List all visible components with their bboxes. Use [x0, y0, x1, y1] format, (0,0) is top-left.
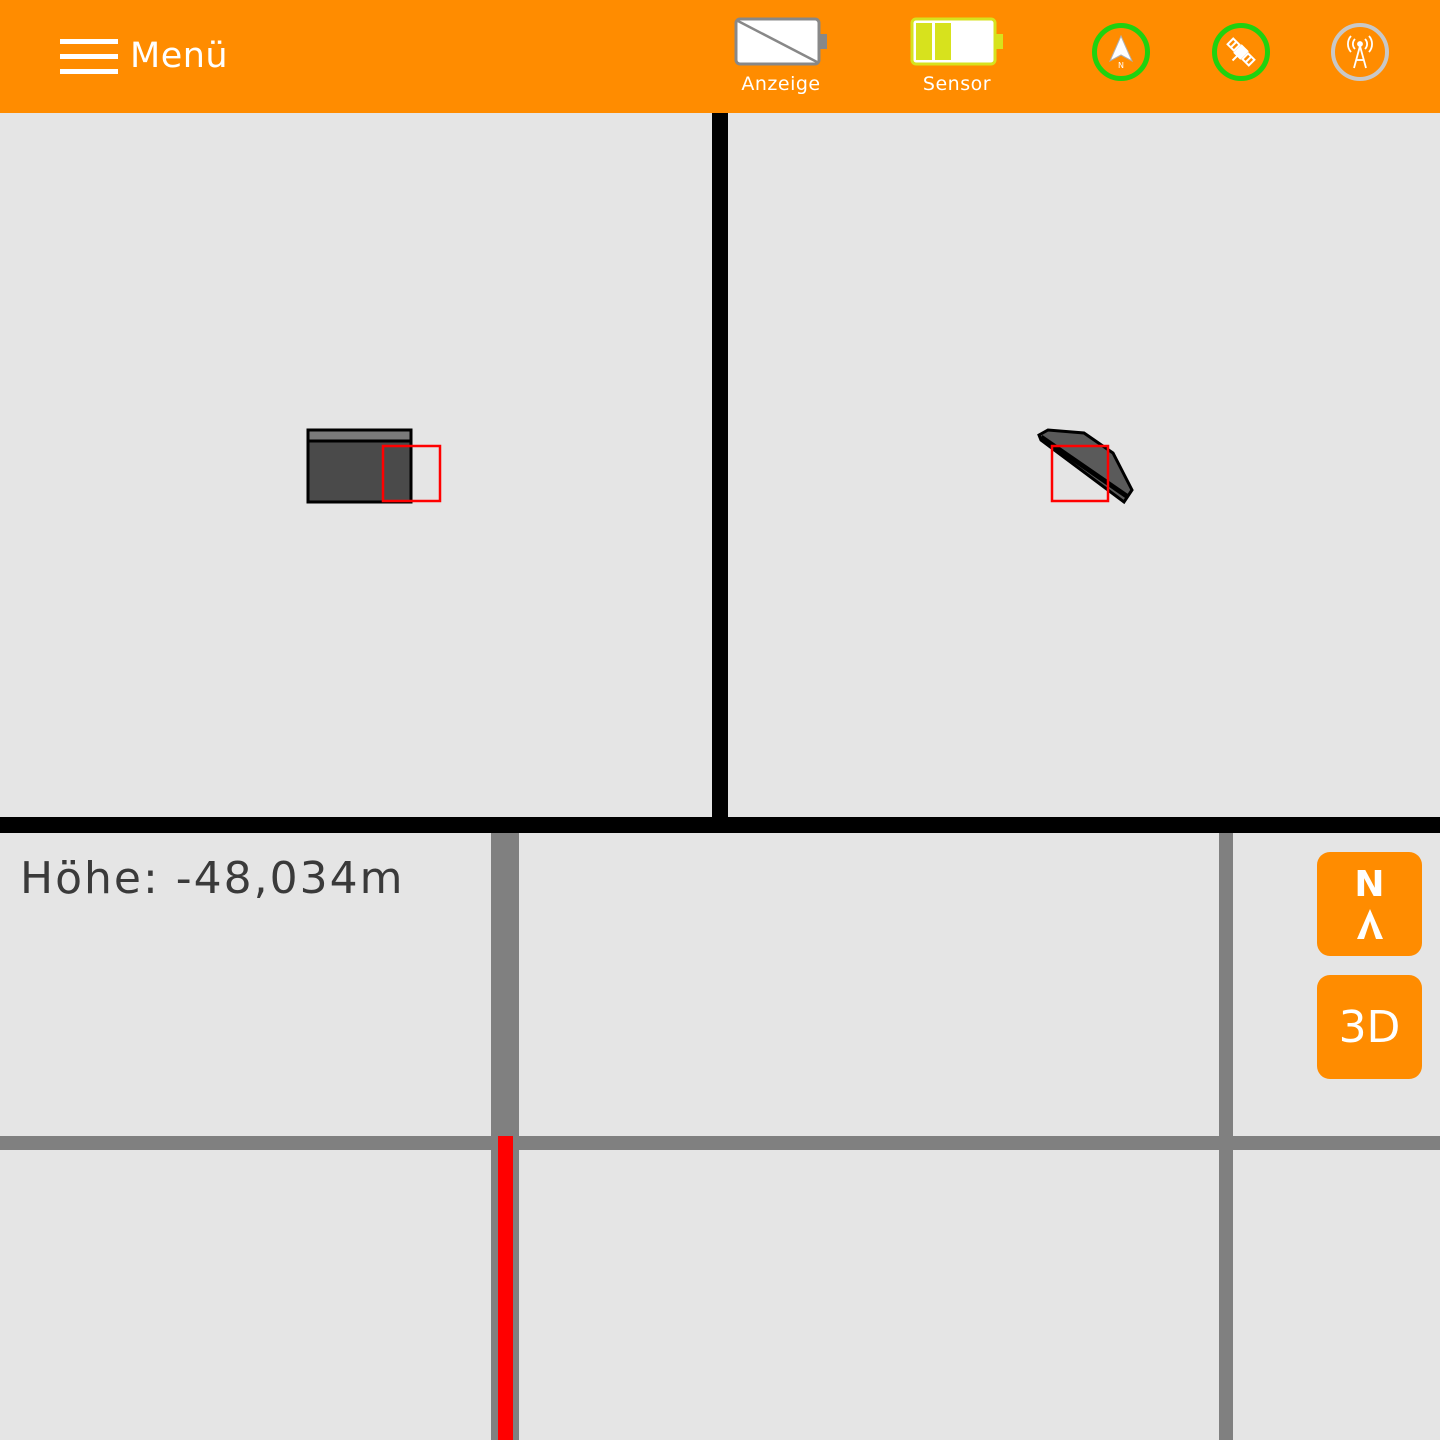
side-view-panel [0, 113, 712, 817]
north-label: N [1354, 864, 1385, 905]
radio-tower-icon [1347, 35, 1373, 69]
battery-half-icon [910, 17, 1003, 66]
front-view-panel [728, 113, 1440, 817]
compass-north-icon: N [1108, 34, 1134, 70]
track-line [498, 1136, 513, 1440]
top-bar: Menü Anzeige Sensor N [0, 0, 1440, 113]
satellite-status-button[interactable] [1212, 23, 1270, 81]
svg-text:N: N [1118, 61, 1124, 70]
front-view-canvas [1037, 428, 1134, 505]
height-value: -48,034m [175, 853, 405, 904]
sensor-battery-label: Sensor [922, 73, 992, 95]
hamburger-icon [60, 36, 120, 76]
radio-status-button[interactable] [1331, 23, 1389, 81]
device-side-shape [306, 428, 413, 504]
menu-label: Menü [130, 36, 229, 76]
sensor-battery-indicator[interactable]: Sensor [909, 17, 1005, 95]
height-readout: Höhe: -48,034m [20, 853, 405, 904]
north-align-button[interactable]: N [1317, 852, 1422, 956]
view-3d-button[interactable]: 3D [1317, 975, 1422, 1079]
height-label: Höhe: [20, 853, 160, 904]
display-battery-label: Anzeige [741, 73, 821, 95]
empty-battery-icon [734, 17, 827, 66]
compass-status-button[interactable]: N [1092, 23, 1150, 81]
display-battery-indicator[interactable]: Anzeige [733, 17, 829, 95]
map-grid [0, 833, 1440, 1440]
map-view-panel[interactable]: Höhe: -48,034m N 3D [0, 833, 1440, 1440]
menu-button[interactable]: Menü [60, 34, 228, 78]
satellite-icon [1226, 37, 1256, 67]
north-arrow-icon [1356, 909, 1383, 939]
side-view-canvas [306, 428, 442, 504]
grid-line-vertical-right [1219, 833, 1233, 1440]
horizontal-divider [0, 817, 1440, 833]
vertical-divider [712, 113, 728, 825]
